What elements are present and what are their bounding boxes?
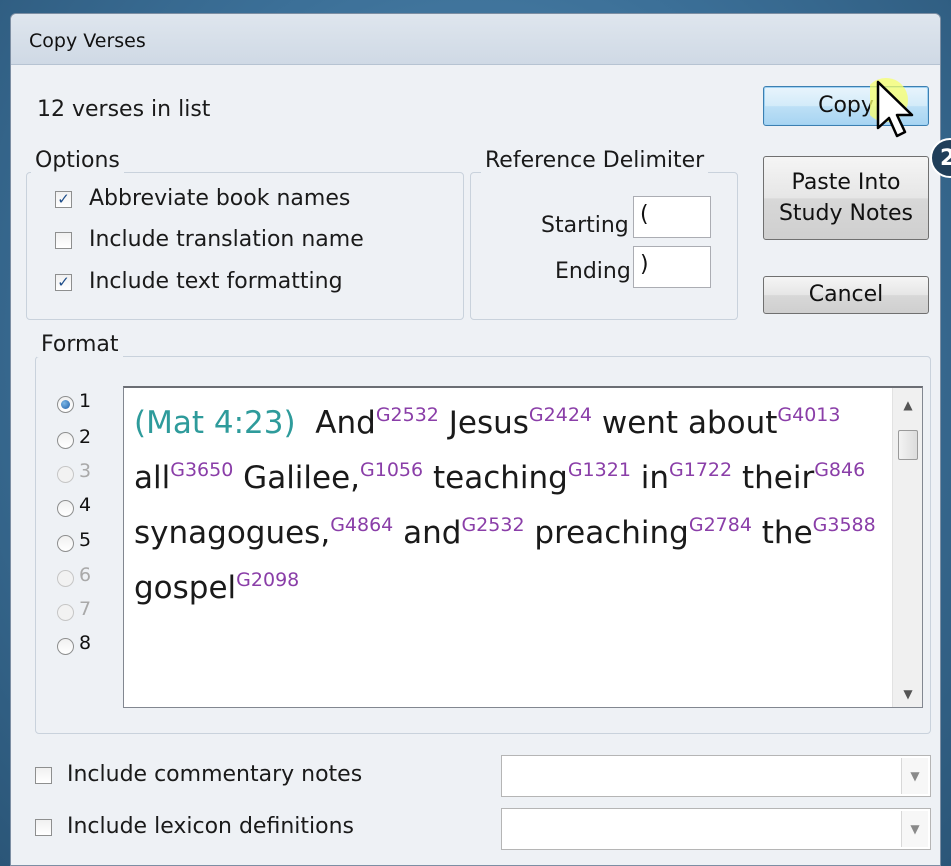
format-legend: Format — [37, 332, 123, 357]
verse-word: andG2532 — [403, 514, 525, 551]
strongs-number: G846 — [814, 459, 866, 481]
format-radio-label: 8 — [79, 632, 92, 654]
strongs-number: G2532 — [375, 404, 439, 426]
abbreviate-label[interactable]: Abbreviate book names — [89, 186, 350, 211]
cancel-button[interactable]: Cancel — [763, 276, 929, 314]
starting-delimiter-input[interactable]: ( — [633, 196, 711, 238]
lexicon-combo[interactable]: ▼ — [501, 808, 931, 850]
paste-button-line1: Paste Into — [791, 170, 901, 195]
strongs-number: G1722 — [669, 459, 733, 481]
title-bar: Copy Verses — [11, 14, 940, 65]
scroll-thumb[interactable] — [898, 430, 918, 460]
strongs-number: G2098 — [236, 569, 300, 591]
chevron-down-icon[interactable]: ▼ — [901, 758, 928, 794]
formatting-checkbox[interactable]: ✓ — [55, 274, 72, 291]
verse-count: 12 verses in list — [37, 97, 211, 122]
format-radio-4[interactable] — [57, 500, 74, 517]
scroll-up-icon[interactable]: ▲ — [893, 398, 923, 412]
commentary-combo[interactable]: ▼ — [501, 755, 931, 797]
strongs-number: G2424 — [528, 404, 592, 426]
format-radio-label: 3 — [79, 460, 92, 482]
format-radio-1[interactable] — [57, 396, 74, 413]
verse-word: Galilee,G1056 — [243, 459, 424, 496]
format-radio-6 — [57, 570, 74, 587]
format-radio-5[interactable] — [57, 535, 74, 552]
verse-preview-text: (Mat 4:23) AndG2532 JesusG2424 went abou… — [134, 396, 886, 616]
format-radio-label: 1 — [79, 390, 92, 412]
verse-word: theirG846 — [741, 459, 866, 496]
formatting-label[interactable]: Include text formatting — [89, 269, 343, 294]
verse-word: JesusG2424 — [448, 404, 592, 441]
format-radio-label: 2 — [79, 426, 92, 448]
verse-word: preachingG2784 — [534, 514, 752, 551]
verse-word: theG3588 — [761, 514, 876, 551]
abbreviate-checkbox[interactable]: ✓ — [55, 191, 72, 208]
strongs-number: G1056 — [360, 459, 424, 481]
strongs-number: G4013 — [777, 404, 841, 426]
strongs-number: G2784 — [688, 514, 752, 536]
strongs-number: G1321 — [567, 459, 631, 481]
verse-word: went aboutG4013 — [601, 404, 841, 441]
commentary-checkbox[interactable] — [35, 767, 52, 784]
format-radio-label: 4 — [79, 494, 92, 516]
ending-delimiter-input[interactable]: ) — [633, 246, 711, 288]
format-radio-2[interactable] — [57, 432, 74, 449]
verse-word: gospelG2098 — [134, 569, 300, 606]
copy-verses-dialog: Copy Verses 12 verses in list Options ✓ … — [10, 13, 941, 866]
scroll-down-icon[interactable]: ▼ — [893, 687, 923, 701]
format-radio-7 — [57, 604, 74, 621]
ending-label: Ending — [555, 259, 631, 284]
format-radio-label: 5 — [79, 529, 92, 551]
strongs-number: G2532 — [461, 514, 525, 536]
preview-scrollbar[interactable]: ▲ ▼ — [892, 388, 922, 707]
paste-button-line2: Study Notes — [778, 201, 914, 226]
format-radio-8[interactable] — [57, 638, 74, 655]
verse-reference: (Mat 4:23) — [134, 405, 316, 441]
verse-word: inG1722 — [640, 459, 733, 496]
starting-label: Starting — [541, 213, 629, 238]
reference-delimiter-legend: Reference Delimiter — [481, 148, 709, 173]
paste-into-study-notes-button[interactable]: Paste Into Study Notes — [763, 156, 929, 240]
format-radio-label: 6 — [79, 564, 92, 586]
translation-checkbox[interactable] — [55, 232, 72, 249]
verse-word: teachingG1321 — [432, 459, 631, 496]
verse-word: AndG2532 — [315, 404, 439, 441]
format-preview-textarea[interactable]: (Mat 4:23) AndG2532 JesusG2424 went abou… — [123, 386, 923, 708]
verse-word: synagogues,G4864 — [134, 514, 394, 551]
dialog-title: Copy Verses — [29, 30, 146, 52]
strongs-number: G3650 — [170, 459, 234, 481]
strongs-number: G3588 — [812, 514, 876, 536]
verse-word: allG3650 — [134, 459, 234, 496]
translation-label[interactable]: Include translation name — [89, 227, 364, 252]
format-radio-3 — [57, 466, 74, 483]
mouse-pointer-icon — [870, 78, 914, 138]
lexicon-checkbox[interactable] — [35, 819, 52, 836]
commentary-label[interactable]: Include commentary notes — [67, 762, 362, 787]
lexicon-label[interactable]: Include lexicon definitions — [67, 814, 354, 839]
options-legend: Options — [31, 148, 124, 173]
format-radio-label: 7 — [79, 598, 92, 620]
strongs-number: G4864 — [330, 514, 394, 536]
chevron-down-icon[interactable]: ▼ — [901, 811, 928, 847]
